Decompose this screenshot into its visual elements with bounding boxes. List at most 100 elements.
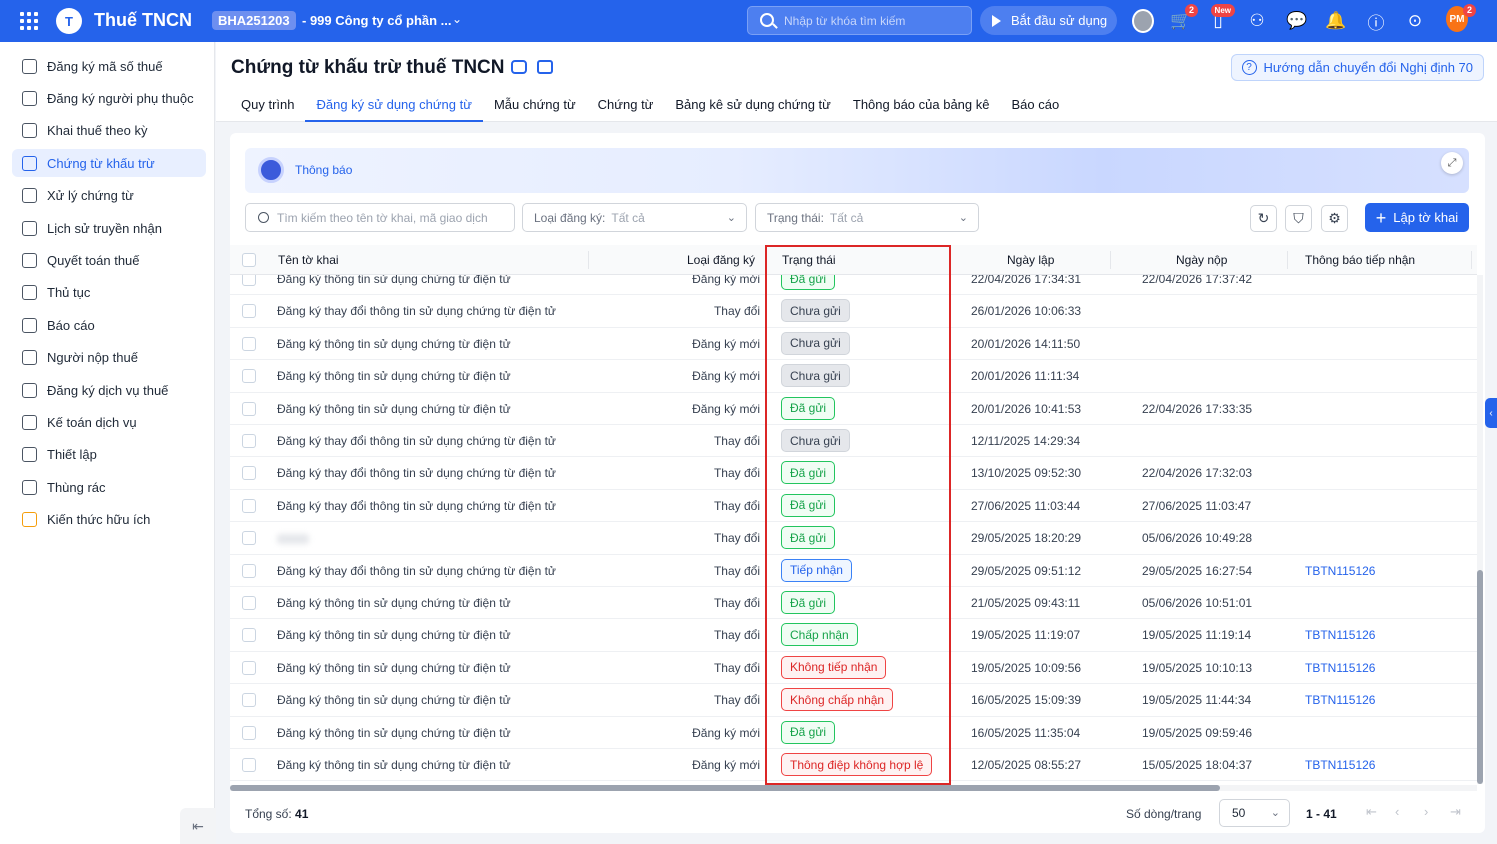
last-page-icon[interactable]: ⇥ <box>1450 804 1461 820</box>
row-checkbox[interactable] <box>242 369 256 384</box>
row-checkbox[interactable] <box>242 336 256 351</box>
declaration-name[interactable]: Đăng ký thay đổi thông tin sử dụng chứng… <box>277 466 556 480</box>
col-name[interactable]: Tên tờ khai <box>278 253 339 267</box>
company-name[interactable]: - 999 Công ty cổ phần ... <box>302 13 452 28</box>
col-type[interactable]: Loại đăng ký <box>687 253 755 267</box>
sidebar-item[interactable]: Thùng rác <box>12 473 206 501</box>
table-row[interactable]: Đăng ký thông tin sử dụng chứng từ điện … <box>230 360 1477 393</box>
tab[interactable]: Quy trình <box>231 90 305 122</box>
sidebar-item[interactable]: Người nộp thuế <box>12 344 206 372</box>
registration-type-select[interactable]: Loại đăng ký: Tất cả ⌄ <box>522 203 747 232</box>
sidebar-item[interactable]: Kế toán dịch vụ <box>12 408 206 436</box>
bell-icon[interactable]: 🔔 <box>1325 10 1347 32</box>
app-name[interactable]: Thuế TNCN <box>94 10 192 31</box>
table-row[interactable]: Đăng ký thay đổi thông tin sử dụng chứng… <box>230 425 1477 458</box>
side-panel-toggle[interactable]: ‹ <box>1485 398 1497 428</box>
table-row[interactable]: Đăng ký thông tin sử dụng chứng từ điện … <box>230 652 1477 685</box>
create-declaration-button[interactable]: + Lập tờ khai <box>1365 203 1469 232</box>
horizontal-scrollbar[interactable] <box>230 785 1477 791</box>
status-filter-select[interactable]: Trạng thái: Tất cả ⌄ <box>755 203 979 232</box>
tab[interactable]: Mẫu chứng từ <box>483 90 587 122</box>
tab[interactable]: Chứng từ <box>587 90 665 122</box>
sidebar-item[interactable]: Báo cáo <box>12 311 206 339</box>
table-search-input[interactable]: Tìm kiếm theo tên tờ khai, mã giao dịch <box>245 203 515 232</box>
table-row[interactable]: Đăng ký thông tin sử dụng chứng từ điện … <box>230 587 1477 620</box>
table-row[interactable]: Đăng ký thông tin sử dụng chứng từ điện … <box>230 619 1477 652</box>
row-checkbox[interactable] <box>242 434 256 448</box>
user-avatar[interactable]: PM 2 <box>1446 4 1476 32</box>
row-checkbox[interactable] <box>242 531 256 546</box>
row-checkbox[interactable] <box>242 498 256 513</box>
first-page-icon[interactable]: ⇤ <box>1366 804 1377 820</box>
declaration-name[interactable]: Đăng ký thông tin sử dụng chứng từ điện … <box>277 758 511 772</box>
receipt-notice-link[interactable]: TBTN115126 <box>1305 628 1375 642</box>
declaration-name[interactable]: Đăng ký thông tin sử dụng chứng từ điện … <box>277 402 511 416</box>
row-checkbox[interactable] <box>242 596 256 610</box>
table-row[interactable]: Đăng ký thay đổi thông tin sử dụng chứng… <box>230 457 1477 490</box>
table-row[interactable]: Đăng ký thông tin sử dụng chứng từ điện … <box>230 684 1477 717</box>
vertical-scrollbar[interactable] <box>1477 275 1483 784</box>
rows-per-page-select[interactable]: 50 ⌄ <box>1219 799 1290 827</box>
table-row[interactable]: Đăng ký thay đổi thông tin sử dụng chứng… <box>230 555 1477 587</box>
table-row[interactable]: Thay đổi Đã gửi 29/05/2025 18:20:29 05/06/2… <box>230 522 1477 555</box>
sidebar-item[interactable]: Thiết lập <box>12 441 206 469</box>
help-icon[interactable]: ⓘ <box>1365 10 1387 33</box>
row-checkbox[interactable] <box>242 401 256 416</box>
start-using-button[interactable]: Bắt đầu sử dụng <box>980 6 1117 35</box>
tab[interactable]: Báo cáo <box>1000 90 1070 122</box>
table-row[interactable]: Đăng ký thông tin sử dụng chứng từ điện … <box>230 717 1477 749</box>
row-checkbox[interactable] <box>242 725 256 740</box>
video-icon[interactable] <box>511 60 527 74</box>
col-notice[interactable]: Thông báo tiếp nhận <box>1305 253 1415 267</box>
row-checkbox[interactable] <box>242 275 256 286</box>
chevron-down-icon[interactable]: ⌄ <box>452 12 462 26</box>
row-checkbox[interactable] <box>242 660 256 675</box>
collapse-sidebar-button[interactable]: ⇤ <box>180 808 216 844</box>
sidebar-item[interactable]: Đăng ký mã số thuế <box>12 52 206 80</box>
sidebar-item[interactable]: Xử lý chứng từ <box>12 182 206 210</box>
chat-icon[interactable]: 💬 <box>1286 10 1308 32</box>
table-row[interactable]: Đăng ký thông tin sử dụng chứng từ điện … <box>230 275 1477 296</box>
declaration-name[interactable]: Đăng ký thông tin sử dụng chứng từ điện … <box>277 628 511 642</box>
cart-icon[interactable]: 🛒 2 <box>1170 4 1198 32</box>
receipt-notice-link[interactable]: TBTN115126 <box>1305 758 1375 772</box>
row-checkbox[interactable] <box>242 628 256 643</box>
declaration-name[interactable]: Đăng ký thông tin sử dụng chứng từ điện … <box>277 661 511 675</box>
row-checkbox[interactable] <box>242 304 256 319</box>
sidebar-item[interactable]: Lịch sử truyền nhận <box>12 214 206 242</box>
table-row[interactable]: Đăng ký thông tin sử dụng chứng từ điện … <box>230 328 1477 361</box>
declaration-name[interactable]: Đăng ký thay đổi thông tin sử dụng chứng… <box>277 434 556 448</box>
filter-icon[interactable]: ⛉ <box>1285 205 1312 232</box>
add-user-icon[interactable]: ⚇ <box>1246 10 1268 32</box>
declaration-name[interactable]: Đăng ký thông tin sử dụng chứng từ điện … <box>277 693 511 707</box>
sidebar-item[interactable]: Khai thuế theo kỳ <box>12 117 206 145</box>
expand-icon[interactable]: ⤢ <box>1441 152 1463 174</box>
table-row[interactable]: Đăng ký thay đổi thông tin sử dụng chứng… <box>230 490 1477 523</box>
conversion-guide-button[interactable]: ? Hướng dẫn chuyển đổi Nghị định 70 <box>1230 54 1484 81</box>
declaration-name[interactable]: Đăng ký thông tin sử dụng chứng từ điện … <box>277 337 511 351</box>
row-checkbox[interactable] <box>242 693 256 708</box>
receipt-notice-link[interactable]: TBTN115126 <box>1305 693 1375 707</box>
declaration-name[interactable] <box>277 534 309 545</box>
select-all-checkbox[interactable] <box>242 253 256 267</box>
receipt-notice-link[interactable]: TBTN115126 <box>1305 661 1375 675</box>
tab[interactable]: Thông báo của bảng kê <box>842 90 1001 122</box>
global-search-input[interactable]: Nhập từ khóa tìm kiếm <box>747 6 972 35</box>
declaration-name[interactable]: Đăng ký thay đổi thông tin sử dụng chứng… <box>277 304 556 318</box>
tab[interactable]: Đăng ký sử dụng chứng từ <box>305 90 483 122</box>
row-checkbox[interactable] <box>242 758 256 772</box>
sidebar-item[interactable]: Thủ tục <box>12 279 206 307</box>
declaration-name[interactable]: Đăng ký thông tin sử dụng chứng từ điện … <box>277 275 511 286</box>
app-grid-icon[interactable] <box>20 12 38 30</box>
sidebar-item[interactable]: Đăng ký người phụ thuộc <box>12 84 206 112</box>
col-submitted[interactable]: Ngày nộp <box>1176 253 1227 267</box>
tab[interactable]: Bảng kê sử dụng chứng từ <box>664 90 841 122</box>
sidebar-item[interactable]: Chứng từ khấu trừ <box>12 149 206 178</box>
col-status[interactable]: Trạng thái <box>782 253 836 267</box>
declaration-name[interactable]: Đăng ký thông tin sử dụng chứng từ điện … <box>277 596 511 610</box>
settings-icon[interactable]: ⚙ <box>1321 205 1348 232</box>
declaration-name[interactable]: Đăng ký thay đổi thông tin sử dụng chứng… <box>277 499 556 513</box>
table-row[interactable]: Đăng ký thông tin sử dụng chứng từ điện … <box>230 393 1477 425</box>
receipt-notice-link[interactable]: TBTN115126 <box>1305 564 1375 578</box>
row-checkbox[interactable] <box>242 466 256 481</box>
